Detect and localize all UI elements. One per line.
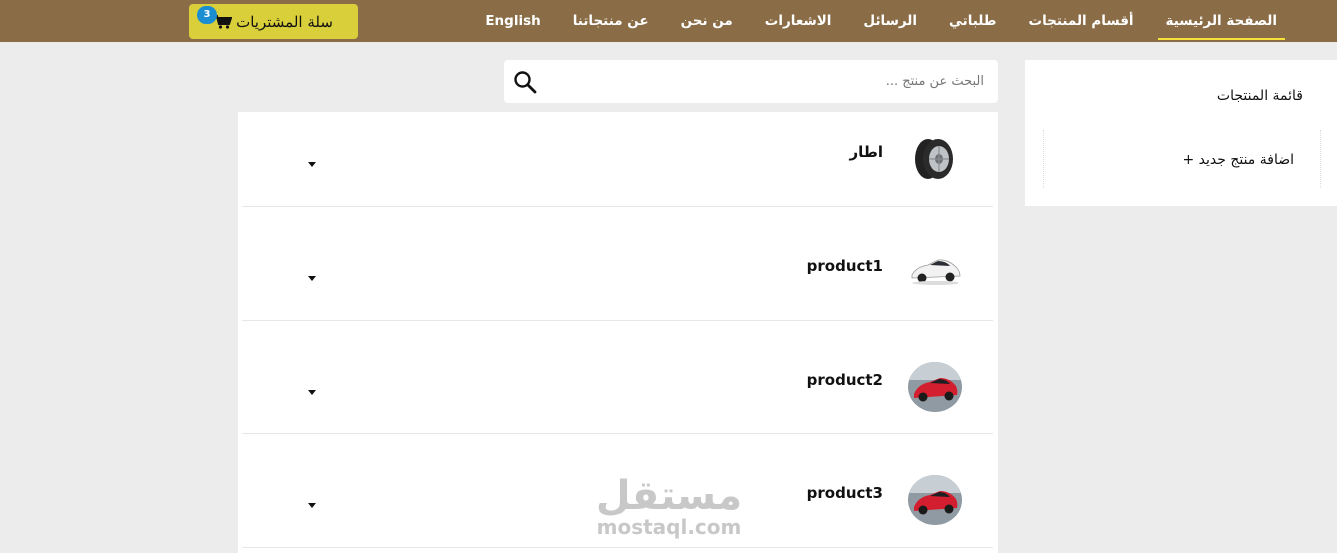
- watermark-arabic: مستقل: [595, 473, 743, 519]
- caret-down-icon[interactable]: [308, 390, 316, 395]
- white-car-thumbnail: [908, 245, 962, 295]
- search-input[interactable]: [554, 60, 984, 103]
- red-car-thumbnail: [908, 475, 962, 525]
- product-row[interactable]: اطار: [242, 112, 993, 207]
- caret-down-icon[interactable]: [308, 162, 316, 167]
- product-row[interactable]: product2: [242, 321, 993, 434]
- product-row[interactable]: product1: [242, 207, 993, 321]
- nav-item-home[interactable]: الصفحة الرئيسية: [1157, 0, 1286, 42]
- nav-item-categories[interactable]: أقسام المنتجات: [1021, 0, 1142, 42]
- watermark: مستقل mostaql.com: [594, 476, 744, 538]
- product-name: product2: [806, 371, 883, 389]
- sidebar-title[interactable]: قائمة المنتجات: [1217, 88, 1303, 104]
- nav-item-about-us[interactable]: من نحن: [673, 0, 741, 42]
- sidebar-panel: قائمة المنتجات + اضافة منتج جديد: [1025, 60, 1337, 206]
- search-bar: [504, 60, 998, 103]
- search-icon[interactable]: [513, 70, 537, 94]
- nav-links: الصفحة الرئيسية أقسام المنتجات طلباتي ال…: [469, 0, 1293, 42]
- product-name: product1: [806, 257, 883, 275]
- nav-item-messages[interactable]: الرسائل: [855, 0, 925, 42]
- product-name: product3: [806, 484, 883, 502]
- caret-down-icon[interactable]: [308, 276, 316, 281]
- add-product-label: + اضافة منتج جديد: [1182, 152, 1294, 168]
- red-car-thumbnail: [908, 362, 962, 412]
- cart-button[interactable]: 3 سلة المشتريات: [189, 4, 358, 39]
- nav-item-about-products[interactable]: عن منتجاتنا: [565, 0, 657, 42]
- watermark-latin: mostaql.com: [596, 515, 742, 539]
- cart-count-badge: 3: [197, 6, 217, 24]
- product-name: اطار: [849, 143, 883, 161]
- cart-label: سلة المشتريات: [236, 12, 333, 31]
- add-product-item[interactable]: + اضافة منتج جديد: [1043, 130, 1321, 188]
- top-navbar: الصفحة الرئيسية أقسام المنتجات طلباتي ال…: [0, 0, 1337, 42]
- tire-thumbnail: [908, 134, 962, 184]
- caret-down-icon[interactable]: [308, 503, 316, 508]
- nav-item-my-orders[interactable]: طلباتي: [941, 0, 1005, 42]
- nav-item-english[interactable]: English: [477, 0, 548, 42]
- nav-item-notifications[interactable]: الاشعارات: [757, 0, 840, 42]
